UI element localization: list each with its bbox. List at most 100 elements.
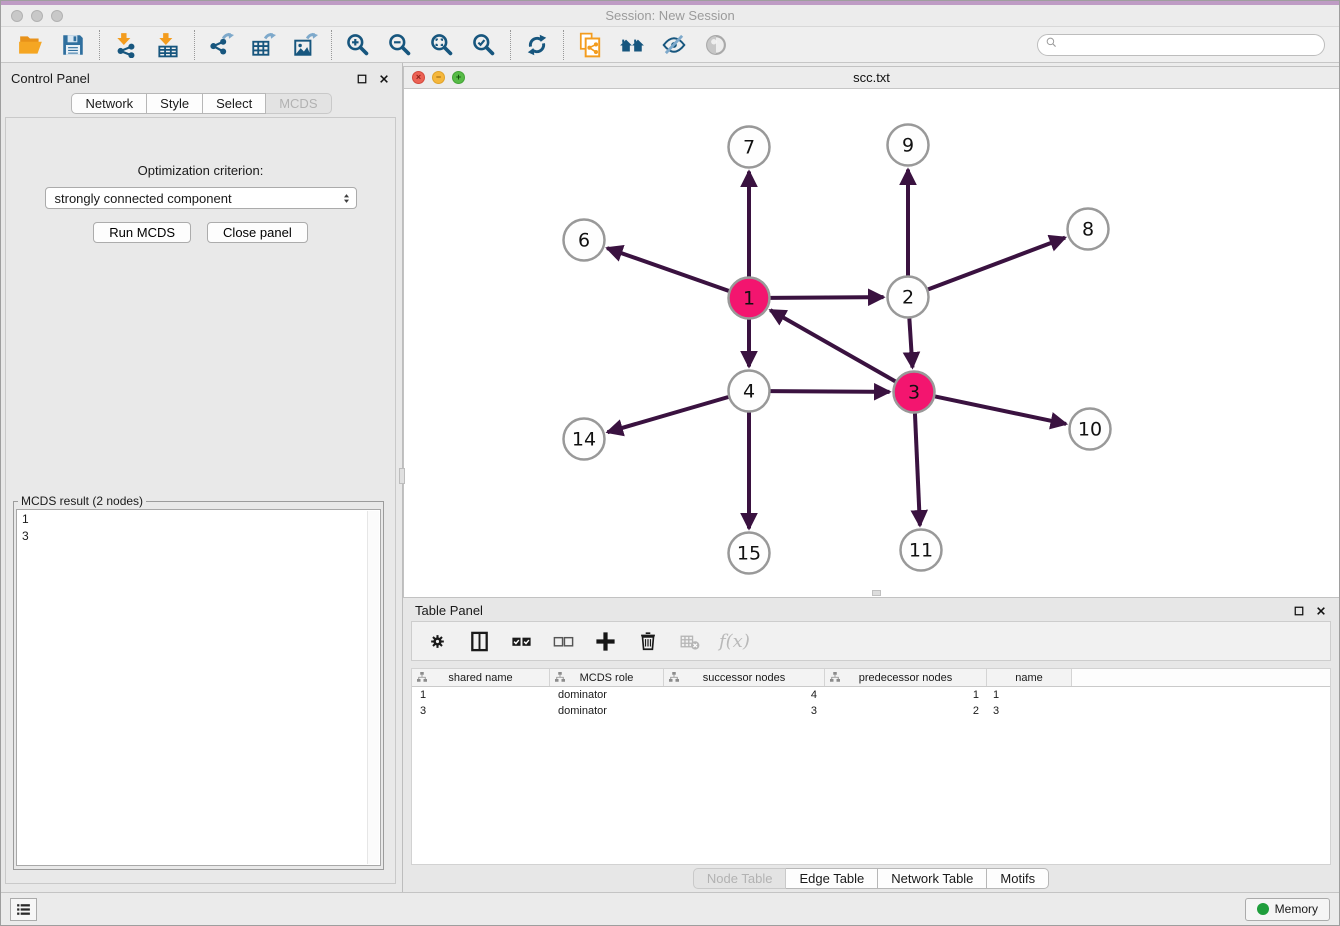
- mcds-result-box: MCDS result (2 nodes) 1 3: [13, 494, 384, 870]
- graph-node-6[interactable]: 6: [564, 220, 605, 261]
- tab-mcds[interactable]: MCDS: [266, 93, 331, 114]
- window-title: Session: New Session: [1, 8, 1339, 23]
- close-panel-button[interactable]: Close panel: [207, 222, 308, 243]
- control-panel-tabs: NetworkStyleSelectMCDS: [1, 93, 402, 114]
- column-header-shared-name[interactable]: shared name: [412, 669, 550, 686]
- graph-node-8[interactable]: 8: [1068, 209, 1109, 250]
- result-scrollbar[interactable]: [367, 511, 379, 864]
- cell-successor-nodes: 4: [664, 689, 825, 701]
- column-header-name[interactable]: name: [987, 669, 1072, 686]
- float-panel-icon[interactable]: [1293, 605, 1305, 617]
- export-image-icon[interactable]: [292, 32, 318, 58]
- network-minimize-button[interactable]: −: [432, 71, 445, 84]
- table-tabs: Node TableEdge TableNetwork TableMotifs: [403, 865, 1339, 892]
- main-toolbar: [1, 27, 1339, 63]
- run-mcds-button[interactable]: Run MCDS: [93, 222, 191, 243]
- graph-node-15[interactable]: 15: [729, 533, 770, 574]
- column-type-icon: [554, 671, 566, 686]
- apply-layout-icon[interactable]: [524, 32, 550, 58]
- edge-3-11[interactable]: [915, 413, 920, 525]
- criterion-dropdown[interactable]: strongly connected component: [45, 187, 357, 209]
- import-network-icon[interactable]: [113, 32, 139, 58]
- edge-1-2[interactable]: [770, 297, 883, 298]
- tab-edge-table[interactable]: Edge Table: [786, 868, 878, 889]
- edge-3-1[interactable]: [770, 310, 895, 381]
- column-header-predecessor-nodes[interactable]: predecessor nodes: [825, 669, 987, 686]
- memory-button[interactable]: Memory: [1245, 898, 1330, 921]
- minimize-window-button[interactable]: [31, 10, 43, 22]
- edge-1-6[interactable]: [607, 248, 729, 291]
- panel-splitter-grip[interactable]: [399, 468, 405, 484]
- edge-4-14[interactable]: [608, 397, 729, 432]
- home-icon[interactable]: [619, 32, 645, 58]
- optimization-criterion-label: Optimization criterion:: [6, 163, 395, 178]
- show-graphics-details-icon[interactable]: [661, 32, 687, 58]
- task-history-button[interactable]: [10, 898, 37, 921]
- graph-node-1[interactable]: 1: [729, 278, 770, 319]
- column-header-successor-nodes[interactable]: successor nodes: [664, 669, 825, 686]
- graph-node-2[interactable]: 2: [888, 277, 929, 318]
- column-type-icon: [668, 671, 680, 686]
- network-close-button[interactable]: ×: [412, 71, 425, 84]
- close-panel-icon[interactable]: [1315, 605, 1327, 617]
- node-table: shared nameMCDS rolesuccessor nodesprede…: [411, 668, 1331, 865]
- zoom-in-icon[interactable]: [345, 32, 371, 58]
- save-session-icon[interactable]: [60, 32, 86, 58]
- export-table-icon[interactable]: [250, 32, 276, 58]
- table-panel-title: Table Panel: [415, 603, 483, 618]
- export-network-icon[interactable]: [208, 32, 234, 58]
- table-row-1[interactable]: 1dominator411: [412, 687, 1330, 703]
- column-type-icon: [829, 671, 841, 686]
- tab-motifs[interactable]: Motifs: [987, 868, 1049, 889]
- horizontal-splitter-grip[interactable]: [872, 590, 881, 596]
- graph-node-3[interactable]: 3: [894, 372, 935, 413]
- edge-2-3[interactable]: [909, 318, 912, 367]
- add-column-icon[interactable]: [593, 629, 618, 654]
- birdseye-view-icon[interactable]: [703, 32, 729, 58]
- tab-select[interactable]: Select: [203, 93, 266, 114]
- svg-text:1: 1: [743, 288, 755, 310]
- graph-node-4[interactable]: 4: [729, 371, 770, 412]
- table-row-3[interactable]: 3dominator323: [412, 703, 1330, 719]
- mcds-panel: Optimization criterion: strongly connect…: [5, 117, 396, 884]
- graph-node-11[interactable]: 11: [901, 530, 942, 571]
- graph-node-9[interactable]: 9: [888, 125, 929, 166]
- settings-gear-icon[interactable]: [425, 629, 450, 654]
- tab-network[interactable]: Network: [71, 93, 147, 114]
- clone-network-icon[interactable]: [577, 32, 603, 58]
- svg-text:6: 6: [578, 230, 590, 252]
- zoom-out-icon[interactable]: [387, 32, 413, 58]
- tab-network-table[interactable]: Network Table: [878, 868, 987, 889]
- tab-style[interactable]: Style: [147, 93, 203, 114]
- zoom-fit-icon[interactable]: [429, 32, 455, 58]
- search-input[interactable]: [1061, 38, 1317, 52]
- edge-3-10[interactable]: [935, 396, 1066, 424]
- table-toolbar: f(x): [411, 621, 1331, 661]
- deselect-all-rows-icon[interactable]: [551, 629, 576, 654]
- zoom-window-button[interactable]: [51, 10, 63, 22]
- network-view-window: × − + scc.txt 1234678910111415: [403, 66, 1339, 598]
- close-window-button[interactable]: [11, 10, 23, 22]
- network-maximize-button[interactable]: +: [452, 71, 465, 84]
- open-session-icon[interactable]: [18, 32, 44, 58]
- search-box[interactable]: [1037, 34, 1325, 56]
- graph-node-14[interactable]: 14: [564, 419, 605, 460]
- edge-2-8[interactable]: [928, 238, 1065, 290]
- tab-node-table[interactable]: Node Table: [693, 868, 787, 889]
- import-table-icon[interactable]: [155, 32, 181, 58]
- mcds-result-text[interactable]: 1 3: [16, 509, 381, 866]
- column-header-MCDS-role[interactable]: MCDS role: [550, 669, 664, 686]
- zoom-selected-icon[interactable]: [471, 32, 497, 58]
- search-icon: [1045, 36, 1058, 54]
- graph-node-7[interactable]: 7: [729, 127, 770, 168]
- control-panel-header: Control Panel: [1, 63, 402, 89]
- edge-4-3[interactable]: [770, 391, 889, 392]
- network-canvas[interactable]: 1 2 3 4 6 7 8 9 10 11 14 15: [404, 89, 1339, 597]
- close-panel-icon[interactable]: [378, 73, 390, 85]
- svg-text:11: 11: [909, 540, 933, 562]
- graph-node-10[interactable]: 10: [1070, 409, 1111, 450]
- select-all-rows-icon[interactable]: [509, 629, 534, 654]
- float-panel-icon[interactable]: [356, 73, 368, 85]
- show-column-panel-icon[interactable]: [467, 629, 492, 654]
- delete-column-icon[interactable]: [635, 629, 660, 654]
